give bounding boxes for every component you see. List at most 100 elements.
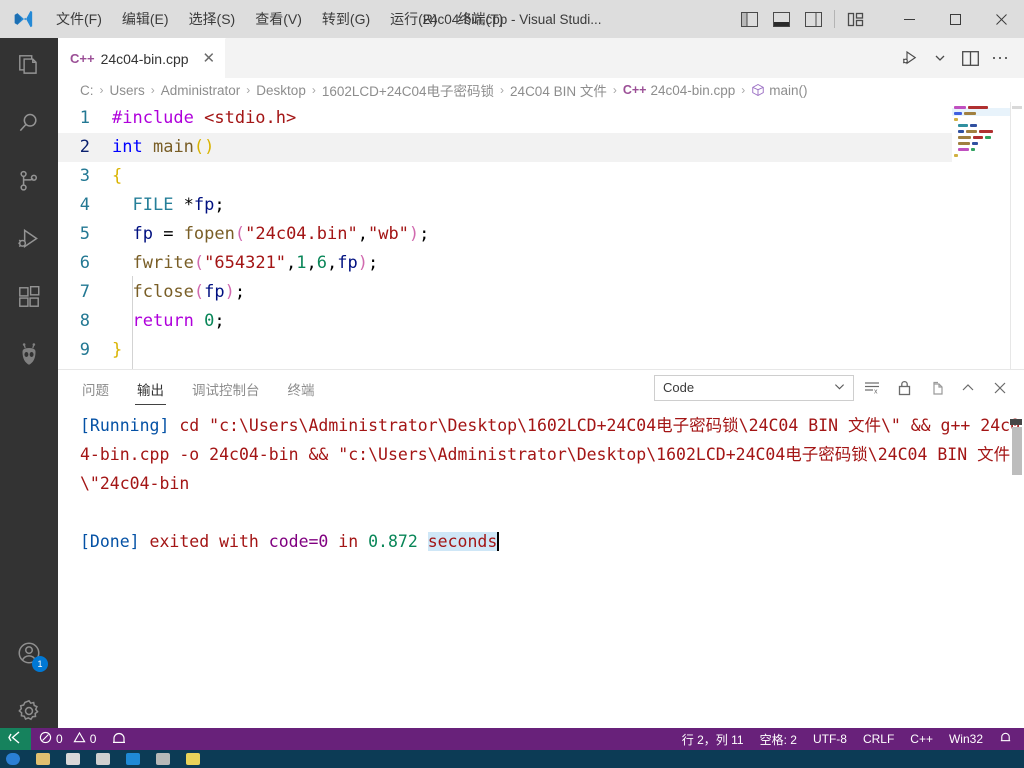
maximize-button[interactable] bbox=[932, 0, 978, 38]
breadcrumb-item-5[interactable]: 24C04 BIN 文件 bbox=[510, 80, 607, 100]
maximize-panel-button[interactable] bbox=[954, 374, 982, 402]
code-line-content[interactable]: FILE *fp; bbox=[106, 191, 224, 220]
output-content[interactable]: [Running] cd "c:\Users\Administrator\Des… bbox=[58, 405, 1024, 730]
code-line-content[interactable]: return 0; bbox=[106, 307, 224, 336]
status-indentation[interactable]: 空格: 2 bbox=[752, 728, 805, 750]
code-line-content[interactable]: fp = fopen("24c04.bin","wb"); bbox=[106, 220, 429, 249]
taskbar-icon-app1[interactable] bbox=[96, 753, 110, 765]
panel-tab-output[interactable]: 输出 bbox=[135, 371, 166, 405]
status-ports[interactable] bbox=[104, 728, 134, 750]
breadcrumb-item-4[interactable]: 1602LCD+24C04电子密码锁 bbox=[322, 80, 494, 100]
line-number[interactable]: 2 bbox=[58, 133, 106, 162]
accounts-button[interactable]: 1 bbox=[0, 626, 58, 684]
output-segment: code=0 bbox=[268, 532, 329, 551]
line-number[interactable]: 7 bbox=[58, 278, 106, 307]
activity-search[interactable] bbox=[0, 96, 58, 154]
menu-terminal[interactable]: 终端(T) bbox=[448, 0, 514, 38]
remote-window-icon bbox=[8, 731, 23, 747]
menu-edit[interactable]: 编辑(E) bbox=[112, 0, 179, 38]
panel-scrollbar[interactable] bbox=[1010, 405, 1024, 730]
status-platform[interactable]: Win32 bbox=[941, 728, 991, 750]
minimize-button[interactable] bbox=[886, 0, 932, 38]
code-line-content[interactable]: { bbox=[106, 162, 122, 191]
clear-output-button[interactable]: x bbox=[858, 374, 886, 402]
toggle-panel-icon[interactable] bbox=[765, 0, 797, 38]
breadcrumb-item-2[interactable]: Administrator bbox=[161, 83, 241, 98]
breadcrumb: C: › Users › Administrator › Desktop › 1… bbox=[58, 78, 1024, 102]
line-number[interactable]: 6 bbox=[58, 249, 106, 278]
status-encoding[interactable]: UTF-8 bbox=[805, 728, 855, 750]
taskbar-icon-explorer[interactable] bbox=[36, 753, 50, 765]
tab-label: 24c04-bin.cpp bbox=[100, 50, 189, 67]
run-options-chevron[interactable] bbox=[926, 44, 954, 72]
editor-scrollbar[interactable] bbox=[1010, 102, 1024, 369]
tab-24c04-bin-cpp[interactable]: C++ 24c04-bin.cpp ✕ bbox=[58, 38, 227, 78]
more-actions-button[interactable]: ⋯ bbox=[986, 44, 1014, 72]
customize-layout-icon[interactable] bbox=[840, 0, 872, 38]
menu-view[interactable]: 查看(V) bbox=[245, 0, 312, 38]
code-editor[interactable]: 1 #include <stdio.h> 2 int main() 3{4 FILE *… bbox=[58, 102, 1024, 369]
breadcrumb-separator: › bbox=[150, 83, 155, 97]
close-button[interactable] bbox=[978, 0, 1024, 38]
status-notifications[interactable] bbox=[991, 728, 1020, 750]
toggle-secondary-sidebar-icon[interactable] bbox=[797, 0, 829, 38]
line-number[interactable]: 8 bbox=[58, 307, 106, 336]
panel-scrollbar-thumb[interactable] bbox=[1012, 427, 1022, 475]
panel-tab-problems[interactable]: 问题 bbox=[80, 371, 111, 405]
code-token: ) bbox=[357, 253, 369, 273]
activity-platformio[interactable] bbox=[0, 328, 58, 386]
code-line-content[interactable]: #include <stdio.h> bbox=[106, 104, 296, 133]
taskbar-icon-app3[interactable] bbox=[186, 753, 200, 765]
split-editor-right-button[interactable] bbox=[956, 44, 984, 72]
code-line-content[interactable]: fwrite("654321",1,6,fp); bbox=[106, 249, 378, 278]
status-problems[interactable]: 0 0 bbox=[31, 728, 104, 750]
breadcrumb-item-3[interactable]: Desktop bbox=[256, 83, 306, 98]
menu-selection[interactable]: 选择(S) bbox=[179, 0, 246, 38]
minimap[interactable] bbox=[952, 102, 1010, 369]
taskbar-icon-vscode[interactable] bbox=[126, 753, 140, 765]
line-number[interactable]: 4 bbox=[58, 191, 106, 220]
breadcrumb-symbol[interactable]: main() bbox=[769, 83, 807, 98]
taskbar-icon-folder[interactable] bbox=[66, 753, 80, 765]
line-number[interactable]: 5 bbox=[58, 220, 106, 249]
activity-explorer[interactable] bbox=[0, 38, 58, 96]
activity-run-debug[interactable] bbox=[0, 212, 58, 270]
menu-file[interactable]: 文件(F) bbox=[46, 0, 112, 38]
menu-bar[interactable]: 文件(F) 编辑(E) 选择(S) 查看(V) 转到(G) 运行(R) 终端(T… bbox=[46, 0, 513, 38]
code-line: 4 FILE *fp; bbox=[58, 191, 1024, 220]
output-channel-select[interactable]: Code bbox=[654, 374, 854, 401]
activity-extensions[interactable] bbox=[0, 270, 58, 328]
code-token: * bbox=[173, 195, 194, 215]
breadcrumb-item-0[interactable]: C: bbox=[80, 83, 94, 98]
status-language-mode[interactable]: C++ bbox=[902, 728, 941, 750]
code-line-content[interactable]: } bbox=[106, 336, 122, 365]
run-code-button[interactable] bbox=[896, 44, 924, 72]
status-cursor-position[interactable]: 行 2，列 11 bbox=[674, 728, 752, 750]
activity-source-control[interactable] bbox=[0, 154, 58, 212]
status-eol[interactable]: CRLF bbox=[855, 728, 902, 750]
output-segment: [Done] bbox=[80, 532, 150, 551]
line-number[interactable]: 3 bbox=[58, 162, 106, 191]
panel-tab-terminal[interactable]: 终端 bbox=[286, 371, 317, 405]
taskbar-icon-app2[interactable] bbox=[156, 753, 170, 765]
code-line: 6 fwrite("654321",1,6,fp); bbox=[58, 249, 1024, 278]
breadcrumb-item-1[interactable]: Users bbox=[110, 83, 145, 98]
code-token: ; bbox=[368, 253, 379, 273]
code-line-content[interactable]: fclose(fp); bbox=[106, 278, 245, 307]
menu-go[interactable]: 转到(G) bbox=[312, 0, 380, 38]
line-number[interactable]: 9 bbox=[58, 336, 106, 365]
close-panel-button[interactable] bbox=[986, 374, 1014, 402]
menu-run[interactable]: 运行(R) bbox=[380, 0, 447, 38]
tab-close-icon[interactable]: ✕ bbox=[203, 51, 216, 66]
taskbar-icon-start[interactable] bbox=[6, 753, 20, 765]
line-number[interactable]: 1 bbox=[58, 104, 106, 133]
open-output-in-editor-button[interactable] bbox=[922, 374, 950, 402]
toggle-primary-sidebar-icon[interactable] bbox=[733, 0, 765, 38]
status-remote-indicator[interactable] bbox=[0, 728, 31, 750]
breadcrumb-file[interactable]: 24c04-bin.cpp bbox=[650, 83, 735, 98]
panel-tab-debug-console[interactable]: 调试控制台 bbox=[190, 371, 262, 405]
code-line-content[interactable]: int main() bbox=[106, 133, 214, 162]
turn-auto-scrolling-off-button[interactable] bbox=[890, 374, 918, 402]
